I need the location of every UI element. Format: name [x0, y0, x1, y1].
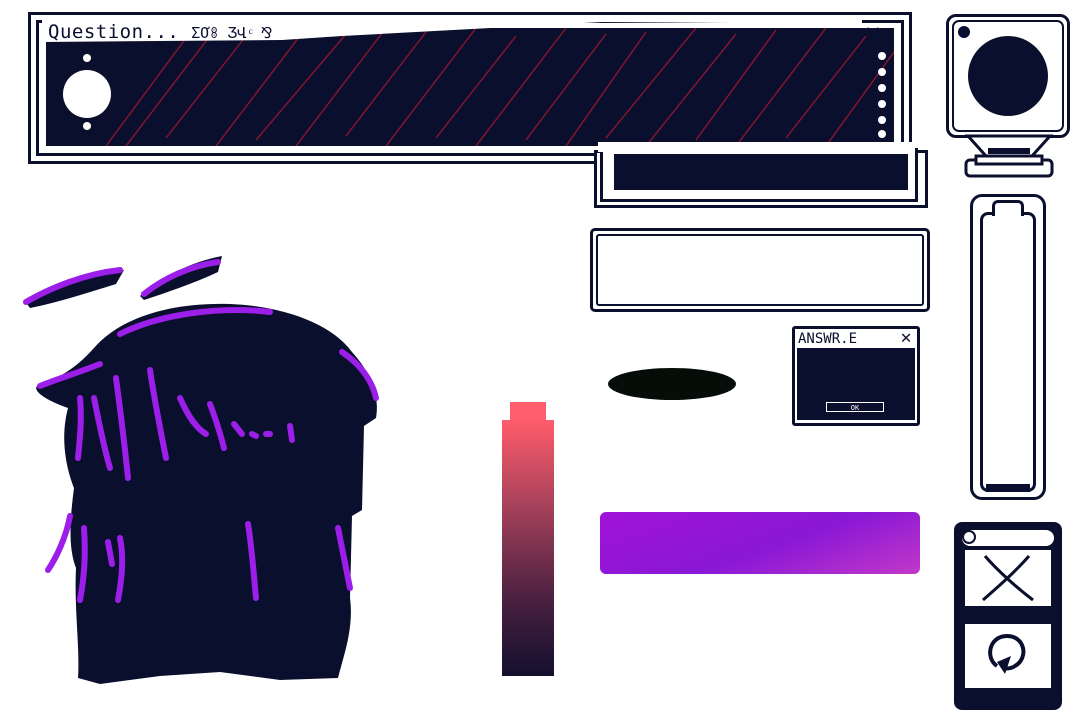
capsule-level [986, 484, 1030, 492]
close-icon[interactable]: ✕ [858, 18, 888, 48]
character-silhouette [23, 256, 379, 684]
control-dot [962, 530, 976, 544]
scribble-text: ƩƠꗚ ƷՎ ͨ ⅋ [191, 24, 273, 42]
indicator-dot [958, 26, 970, 38]
question-display-panel [46, 28, 894, 146]
answer-bar[interactable] [614, 154, 908, 190]
monitor-stand [964, 134, 1054, 178]
vertical-gradient-bar [502, 420, 554, 676]
refresh-button[interactable] [965, 624, 1051, 688]
question-title: Question... ƩƠꗚ ƷՎ ͨ ⅋ [48, 21, 273, 43]
answer-input-box[interactable] [590, 228, 930, 312]
capsule-cap [992, 200, 1024, 216]
x-cross-button[interactable] [965, 550, 1051, 606]
frame-joint [598, 142, 914, 152]
answer-dialog-title: ANSWR.E [798, 331, 858, 347]
refresh-icon [988, 633, 1026, 674]
x-cross-icon [982, 555, 1034, 602]
capsule-inner [980, 212, 1036, 492]
red-scribble-pattern [63, 28, 894, 146]
ok-button[interactable]: OK [826, 402, 884, 412]
close-icon[interactable]: ✕ [896, 328, 916, 348]
black-oval-shape [608, 368, 736, 400]
horizontal-gradient-bar[interactable] [600, 512, 920, 574]
lens-circle [968, 36, 1048, 116]
